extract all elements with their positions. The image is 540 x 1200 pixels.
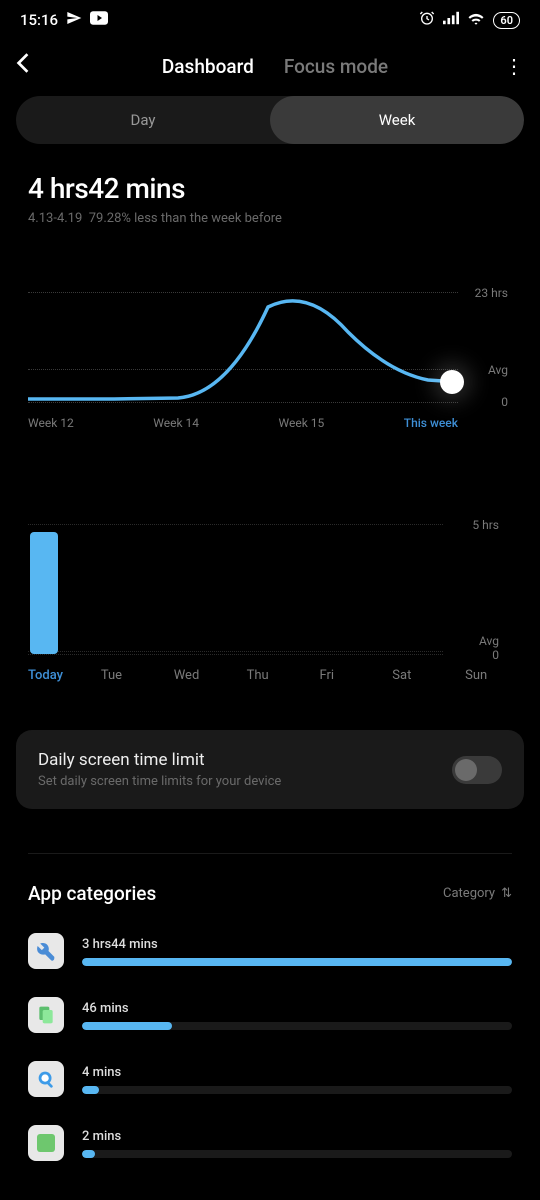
category-duration: 46 mins — [82, 1001, 512, 1016]
daily-usage-chart[interactable]: 5 hrs Avg 0 Today Tue Wed Thu Fri Sat Su… — [28, 524, 512, 704]
wifi-icon — [467, 11, 485, 29]
ylabel-avg: Avg — [488, 363, 508, 377]
period-segment: Day Week — [16, 96, 524, 144]
divider — [28, 853, 512, 854]
weekly-usage-chart[interactable]: 23 hrs Avg 0 Week 12 Week 14 Week 15 Thi… — [28, 292, 512, 452]
segment-day[interactable]: Day — [16, 96, 270, 144]
category-duration: 3 hrs44 mins — [82, 937, 512, 952]
status-bar: 15:16 60 — [0, 0, 540, 40]
category-item[interactable]: 46 mins — [28, 997, 512, 1033]
header: Dashboard Focus mode ⋮ — [0, 40, 540, 92]
sort-icon: ⇅ — [501, 886, 512, 901]
ylabel-zero: 0 — [501, 395, 508, 409]
category-item[interactable]: 3 hrs44 mins — [28, 933, 512, 969]
category-item[interactable]: 4 mins — [28, 1061, 512, 1097]
telegram-icon — [66, 10, 82, 30]
categories-title: App categories — [28, 882, 156, 905]
category-item[interactable]: 2 mins — [28, 1125, 512, 1161]
tab-dashboard[interactable]: Dashboard — [162, 55, 254, 78]
current-week-dot — [440, 370, 464, 394]
daily-xlabels: Today Tue Wed Thu Fri Sat Sun — [28, 668, 538, 683]
limit-subtitle: Set daily screen time limits for your de… — [38, 774, 281, 789]
category-bar — [82, 1086, 512, 1094]
segment-week[interactable]: Week — [270, 96, 524, 144]
category-duration: 2 mins — [82, 1129, 512, 1144]
summary-comparison: 4.13-4.19 79.28% less than the week befo… — [28, 211, 512, 226]
category-bar — [82, 1022, 512, 1030]
category-bar — [82, 958, 512, 966]
youtube-icon — [90, 11, 108, 29]
limit-toggle[interactable] — [452, 756, 502, 784]
ylabel-avg2: Avg — [479, 634, 499, 648]
signal-icon — [443, 11, 459, 29]
summary: 4 hrs42 mins 4.13-4.19 79.28% less than … — [0, 144, 540, 232]
summary-duration: 4 hrs42 mins — [28, 172, 512, 205]
limit-title: Daily screen time limit — [38, 750, 281, 770]
category-icon — [28, 1125, 64, 1161]
alarm-icon — [419, 10, 435, 30]
category-icon — [28, 997, 64, 1033]
ylabel-max2: 5 hrs — [472, 518, 499, 532]
category-bar — [82, 1150, 512, 1158]
tab-focus-mode[interactable]: Focus mode — [284, 55, 388, 78]
bar-today — [30, 532, 58, 654]
category-icon — [28, 933, 64, 969]
back-button[interactable] — [16, 52, 46, 80]
app-categories: App categories Category ⇅ 3 hrs44 mins 46… — [28, 882, 512, 1161]
battery-icon: 60 — [493, 12, 520, 29]
status-time: 15:16 — [20, 11, 58, 29]
screen-time-limit-card[interactable]: Daily screen time limit Set daily screen… — [16, 730, 524, 809]
category-icon — [28, 1061, 64, 1097]
category-duration: 4 mins — [82, 1065, 512, 1080]
ylabel-max: 23 hrs — [475, 286, 508, 300]
more-button[interactable]: ⋮ — [504, 54, 524, 78]
weekly-xlabels: Week 12 Week 14 Week 15 This week — [28, 416, 458, 430]
ylabel-zero2: 0 — [492, 648, 499, 662]
categories-sort[interactable]: Category ⇅ — [443, 886, 512, 901]
